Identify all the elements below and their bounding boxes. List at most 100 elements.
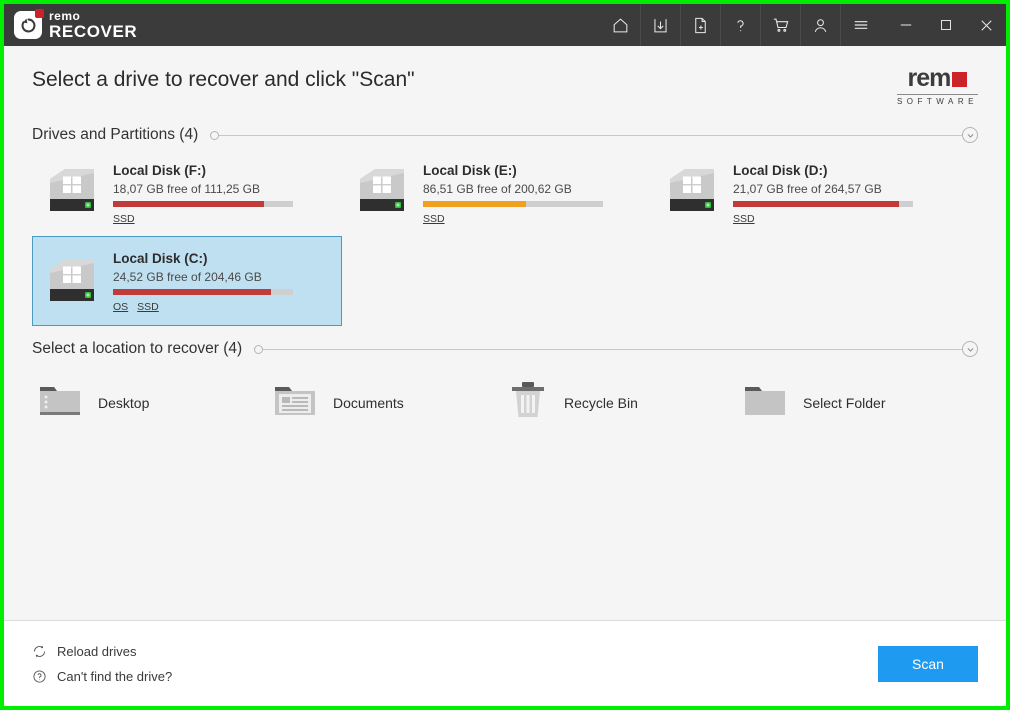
locations-section-collapse-toggle[interactable] — [962, 341, 978, 357]
location-icon-wrap — [508, 380, 548, 425]
drive-card[interactable]: Local Disk (F:) 18,07 GB free of 111,25 … — [32, 150, 342, 236]
section-start-circle — [254, 344, 264, 354]
remo-software-wordmark: rem — [907, 64, 952, 92]
drives-section-title: Drives and Partitions (4) — [32, 126, 199, 143]
maximize-icon[interactable] — [926, 4, 966, 46]
hard-drive-icon — [670, 169, 714, 211]
drive-usage-bar — [733, 201, 913, 207]
minimize-icon[interactable] — [886, 4, 926, 46]
cant-find-drive-label: Can't find the drive? — [57, 668, 173, 684]
drive-name: Local Disk (C:) — [113, 251, 208, 266]
app-logo: remo RECOVER — [4, 9, 137, 40]
drive-usage-bar — [113, 289, 293, 295]
drive-badges: SSD — [423, 213, 641, 225]
drive-free-space: 86,51 GB free of 200,62 GB — [423, 182, 572, 196]
drive-badge[interactable]: SSD — [733, 213, 755, 225]
close-icon[interactable] — [966, 4, 1006, 46]
drive-badge[interactable]: OS — [113, 301, 128, 313]
drive-free-space: 24,52 GB free of 204,46 GB — [113, 270, 262, 284]
location-label: Documents — [333, 394, 404, 411]
drive-usage-fill — [733, 201, 899, 207]
remo-recover-logo-icon — [14, 9, 44, 39]
location-icon-wrap — [38, 381, 82, 424]
cant-find-drive-link[interactable]: Can't find the drive? — [32, 669, 172, 684]
drive-free-space: 18,07 GB free of 111,25 GB — [113, 182, 260, 196]
recycle-bin-icon — [512, 382, 544, 417]
location-label: Recycle Bin — [564, 394, 638, 411]
documents-folder-icon — [275, 387, 315, 415]
folder-icon — [745, 387, 785, 415]
location-item-desktop[interactable]: Desktop — [32, 372, 267, 433]
home-icon[interactable] — [600, 4, 640, 46]
remo-software-logo: rem SOFTWARE — [896, 64, 978, 106]
drive-name: Local Disk (E:) — [423, 163, 517, 178]
location-label: Select Folder — [803, 394, 886, 411]
locations-section-header: Select a location to recover (4) — [32, 340, 978, 358]
hard-drive-icon-wrap — [45, 165, 99, 222]
drive-free-space: 21,07 GB free of 264,57 GB — [733, 182, 882, 196]
drive-name: Local Disk (F:) — [113, 163, 207, 178]
drive-usage-fill — [423, 201, 526, 207]
main-content: Select a drive to recover and click "Sca… — [4, 46, 1006, 620]
page-title: Select a drive to recover and click "Sca… — [32, 68, 415, 91]
drives-section-collapse-toggle[interactable] — [962, 127, 978, 143]
location-label: Desktop — [98, 394, 150, 411]
location-item-recycle-bin[interactable]: Recycle Bin — [502, 372, 737, 433]
drive-card[interactable]: Local Disk (E:) 86,51 GB free of 200,62 … — [342, 150, 652, 236]
locations-row: Desktop Documents Recycle Bin Select Fol… — [32, 372, 978, 433]
reload-drives-label: Reload drives — [57, 643, 137, 659]
drive-card[interactable]: Local Disk (D:) 21,07 GB free of 264,57 … — [652, 150, 962, 236]
brand-name-top: remo — [49, 9, 81, 23]
hard-drive-icon-wrap — [355, 165, 409, 222]
hard-drive-icon — [360, 169, 404, 211]
location-icon-wrap — [743, 381, 787, 424]
title-bar-actions — [600, 4, 1006, 46]
chevron-down-icon — [967, 347, 973, 352]
drive-info: Local Disk (F:) 18,07 GB free of 111,25 … — [113, 163, 331, 225]
drive-badge[interactable]: SSD — [113, 213, 135, 225]
drive-name: Local Disk (D:) — [733, 163, 828, 178]
drive-card[interactable]: Local Disk (C:) 24,52 GB free of 204,46 … — [32, 236, 342, 326]
remo-logo-red-square — [952, 72, 968, 87]
footer-links: Reload drives Can't find the drive? — [32, 644, 172, 684]
new-file-icon[interactable] — [680, 4, 720, 46]
drive-badge[interactable]: SSD — [137, 301, 159, 313]
title-bar: remo RECOVER — [4, 4, 1006, 46]
footer-bar: Reload drives Can't find the drive? Scan — [4, 620, 1006, 706]
section-start-circle — [210, 130, 220, 140]
drive-badges: SSD — [113, 213, 331, 225]
help-circle-icon — [33, 669, 46, 683]
locations-section-title: Select a location to recover (4) — [32, 340, 243, 357]
scan-button[interactable]: Scan — [878, 645, 978, 682]
user-icon[interactable] — [800, 4, 840, 46]
drive-badge[interactable]: SSD — [423, 213, 445, 225]
drive-info: Local Disk (C:) 24,52 GB free of 204,46 … — [113, 251, 331, 313]
menu-icon[interactable] — [840, 4, 880, 46]
drives-section-header: Drives and Partitions (4) — [32, 126, 978, 144]
location-item-documents[interactable]: Documents — [267, 372, 502, 433]
save-icon[interactable] — [640, 4, 680, 46]
drive-info: Local Disk (D:) 21,07 GB free of 264,57 … — [733, 163, 951, 225]
hard-drive-icon-wrap — [45, 255, 99, 312]
drive-badges: OS SSD — [113, 301, 331, 313]
desktop-folder-icon — [40, 387, 80, 415]
drive-usage-bar — [113, 201, 293, 207]
page-header: Select a drive to recover and click "Sca… — [32, 46, 978, 106]
drives-grid: Local Disk (F:) 18,07 GB free of 111,25 … — [32, 150, 978, 326]
section-divider-line — [219, 134, 962, 136]
drive-usage-fill — [113, 201, 265, 207]
hard-drive-icon — [50, 169, 94, 211]
chevron-down-icon — [967, 133, 973, 138]
drive-usage-fill — [113, 289, 272, 295]
cart-icon[interactable] — [760, 4, 800, 46]
help-icon[interactable] — [720, 4, 760, 46]
reload-drives-link[interactable]: Reload drives — [32, 644, 172, 659]
remo-software-subtext: SOFTWARE — [896, 94, 978, 106]
location-icon-wrap — [273, 381, 317, 424]
location-item-select-folder[interactable]: Select Folder — [737, 372, 972, 433]
hard-drive-icon-wrap — [665, 165, 719, 222]
drive-badges: SSD — [733, 213, 951, 225]
circular-arrow-icon — [21, 18, 35, 32]
app-window: remo RECOVER Select a drive to recover a… — [4, 4, 1006, 706]
refresh-icon — [34, 645, 45, 657]
